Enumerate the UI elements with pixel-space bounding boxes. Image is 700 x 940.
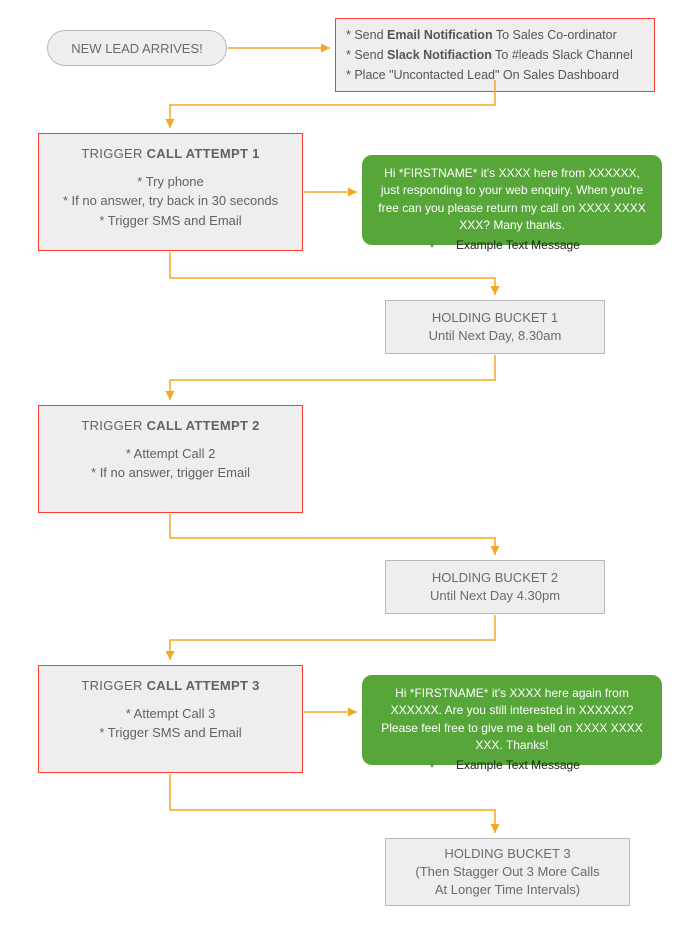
notif-row-2: Send Slack Notifiaction To #leads Slack … bbox=[346, 45, 644, 65]
hold2-l2: Until Next Day 4.30pm bbox=[430, 587, 560, 605]
notifications-box: Send Email Notification To Sales Co-ordi… bbox=[335, 18, 655, 92]
start-label: NEW LEAD ARRIVES! bbox=[71, 41, 202, 56]
sms1-tail-icon bbox=[422, 232, 442, 248]
hold1-l1: HOLDING BUCKET 1 bbox=[432, 309, 558, 327]
holding-bucket-2: HOLDING BUCKET 2 Until Next Day 4.30pm bbox=[385, 560, 605, 614]
call-attempt-2-box: TRIGGER CALL ATTEMPT 2 Attempt Call 2 If… bbox=[38, 405, 303, 513]
call1-b3: Trigger SMS and Email bbox=[51, 211, 290, 231]
hold3-l1: HOLDING BUCKET 3 bbox=[444, 845, 570, 863]
call1-title: TRIGGER CALL ATTEMPT 1 bbox=[51, 144, 290, 164]
notif-row-3: Place "Uncontacted Lead" On Sales Dashbo… bbox=[346, 65, 644, 85]
call-attempt-3-box: TRIGGER CALL ATTEMPT 3 Attempt Call 3 Tr… bbox=[38, 665, 303, 773]
call2-b1: Attempt Call 2 bbox=[51, 444, 290, 464]
call3-b1: Attempt Call 3 bbox=[51, 704, 290, 724]
example-sms-3: Hi *FIRSTNAME* it's XXXX here again from… bbox=[362, 675, 662, 765]
call1-b1: Try phone bbox=[51, 172, 290, 192]
call3-title: TRIGGER CALL ATTEMPT 3 bbox=[51, 676, 290, 696]
hold3-l3: At Longer Time Intervals) bbox=[435, 881, 580, 899]
msg1-text: Hi *FIRSTNAME* it's XXXX here from XXXXX… bbox=[378, 166, 645, 232]
holding-bucket-3: HOLDING BUCKET 3 (Then Stagger Out 3 Mor… bbox=[385, 838, 630, 906]
hold3-l2: (Then Stagger Out 3 More Calls bbox=[415, 863, 599, 881]
notif-row-1: Send Email Notification To Sales Co-ordi… bbox=[346, 25, 644, 45]
holding-bucket-1: HOLDING BUCKET 1 Until Next Day, 8.30am bbox=[385, 300, 605, 354]
call3-b2: Trigger SMS and Email bbox=[51, 723, 290, 743]
call2-b2: If no answer, trigger Email bbox=[51, 463, 290, 483]
msg3-text: Hi *FIRSTNAME* it's XXXX here again from… bbox=[381, 686, 642, 752]
sms3-tail-icon bbox=[422, 752, 442, 768]
msg1-caption: Example Text Message bbox=[456, 238, 580, 252]
hold1-l2: Until Next Day, 8.30am bbox=[429, 327, 562, 345]
call2-title: TRIGGER CALL ATTEMPT 2 bbox=[51, 416, 290, 436]
call1-b2: If no answer, try back in 30 seconds bbox=[51, 191, 290, 211]
start-node: NEW LEAD ARRIVES! bbox=[47, 30, 227, 66]
example-sms-1: Hi *FIRSTNAME* it's XXXX here from XXXXX… bbox=[362, 155, 662, 245]
call-attempt-1-box: TRIGGER CALL ATTEMPT 1 Try phone If no a… bbox=[38, 133, 303, 251]
msg3-caption: Example Text Message bbox=[456, 758, 580, 772]
hold2-l1: HOLDING BUCKET 2 bbox=[432, 569, 558, 587]
